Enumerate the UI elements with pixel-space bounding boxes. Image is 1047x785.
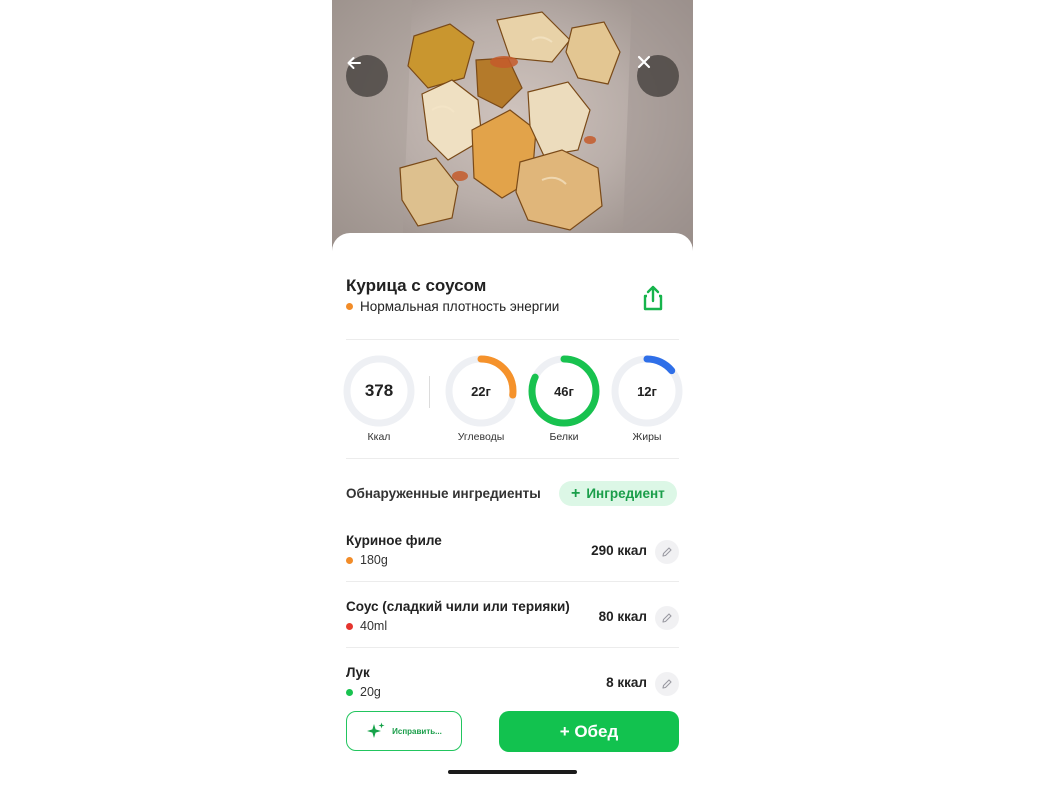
details-sheet: Курица с соусом Нормальная плотность эне… (332, 233, 693, 781)
arrow-left-icon (347, 57, 361, 69)
protein-label: Белки (549, 431, 579, 443)
plus-icon: + (571, 484, 581, 502)
carbs-ring: 22г Углеводы (444, 354, 518, 443)
edit-ingredient-button[interactable] (655, 606, 679, 630)
edit-ingredient-button[interactable] (655, 672, 679, 696)
density-text: Нормальная плотность энергии (360, 299, 560, 314)
fix-button-label: Исправить... (392, 726, 442, 736)
protein-value: 46г (554, 383, 574, 399)
ingredient-name: Лук (346, 665, 370, 680)
ingredient-amount-text: 20g (360, 685, 381, 699)
nutrition-rings: 378 Ккал 22г Углеводы 46г Белки 12г Жиры (332, 354, 693, 449)
divider (346, 339, 679, 340)
carbs-label: Углеводы (457, 431, 505, 443)
ingredient-amount: 40ml (346, 619, 387, 633)
ingredient-row[interactable]: Соус (сладкий чили или терияки) 40ml 80 … (346, 599, 679, 649)
share-icon (643, 285, 663, 311)
ingredient-amount-text: 180g (360, 553, 388, 567)
calories-label: Ккал (367, 431, 391, 443)
add-to-lunch-button[interactable]: + Обед (499, 711, 679, 752)
pencil-icon (662, 613, 672, 623)
back-button[interactable] (346, 55, 388, 97)
sparkle-icon (367, 722, 385, 738)
ingredient-amount-text: 40ml (360, 619, 388, 633)
close-icon (637, 55, 651, 69)
protein-ring: 46г Белки (527, 354, 601, 443)
ring-separator (429, 376, 430, 408)
divider (346, 581, 679, 582)
ingredients-heading: Обнаруженные ингредиенты (346, 486, 541, 501)
fix-button[interactable]: Исправить... (346, 711, 462, 751)
ingredient-dot (346, 688, 353, 696)
close-button[interactable] (637, 55, 679, 97)
fat-value: 12г (637, 383, 657, 399)
pencil-icon (662, 547, 672, 557)
ingredient-kcal: 8 ккал (606, 675, 647, 690)
ingredient-kcal: 290 ккал (591, 543, 647, 558)
phone-screen: Курица с соусом Нормальная плотность эне… (332, 0, 693, 781)
ingredient-dot (346, 622, 353, 630)
add-ingredient-button[interactable]: + Ингредиент (559, 481, 677, 506)
density-dot (346, 303, 353, 310)
home-indicator (448, 770, 577, 774)
ingredient-kcal: 80 ккал (598, 609, 647, 624)
ingredient-name: Куриное филе (346, 533, 442, 548)
pencil-icon (662, 679, 672, 689)
divider (346, 458, 679, 459)
edit-ingredient-button[interactable] (655, 540, 679, 564)
add-ingredient-label: Ингредиент (586, 486, 665, 501)
dish-title: Курица с соусом (346, 276, 487, 295)
food-photo (332, 0, 693, 255)
calories-value: 378 (364, 381, 394, 400)
fat-label: Жиры (632, 431, 662, 443)
ingredient-row[interactable]: Лук 20g 8 ккал (346, 665, 679, 715)
share-button[interactable] (638, 283, 668, 313)
ingredient-name: Соус (сладкий чили или терияки) (346, 599, 570, 614)
ingredient-row[interactable]: Куриное филе 180g 290 ккал (346, 533, 679, 583)
energy-density-label: Нормальная плотность энергии (346, 299, 559, 314)
ingredient-amount: 180g (346, 553, 388, 567)
ingredient-amount: 20g (346, 685, 381, 699)
fat-ring: 12г Жиры (610, 354, 684, 443)
calories-ring: 378 Ккал (342, 354, 416, 443)
divider (346, 647, 679, 648)
carbs-value: 22г (471, 383, 491, 399)
ingredient-dot (346, 556, 353, 564)
